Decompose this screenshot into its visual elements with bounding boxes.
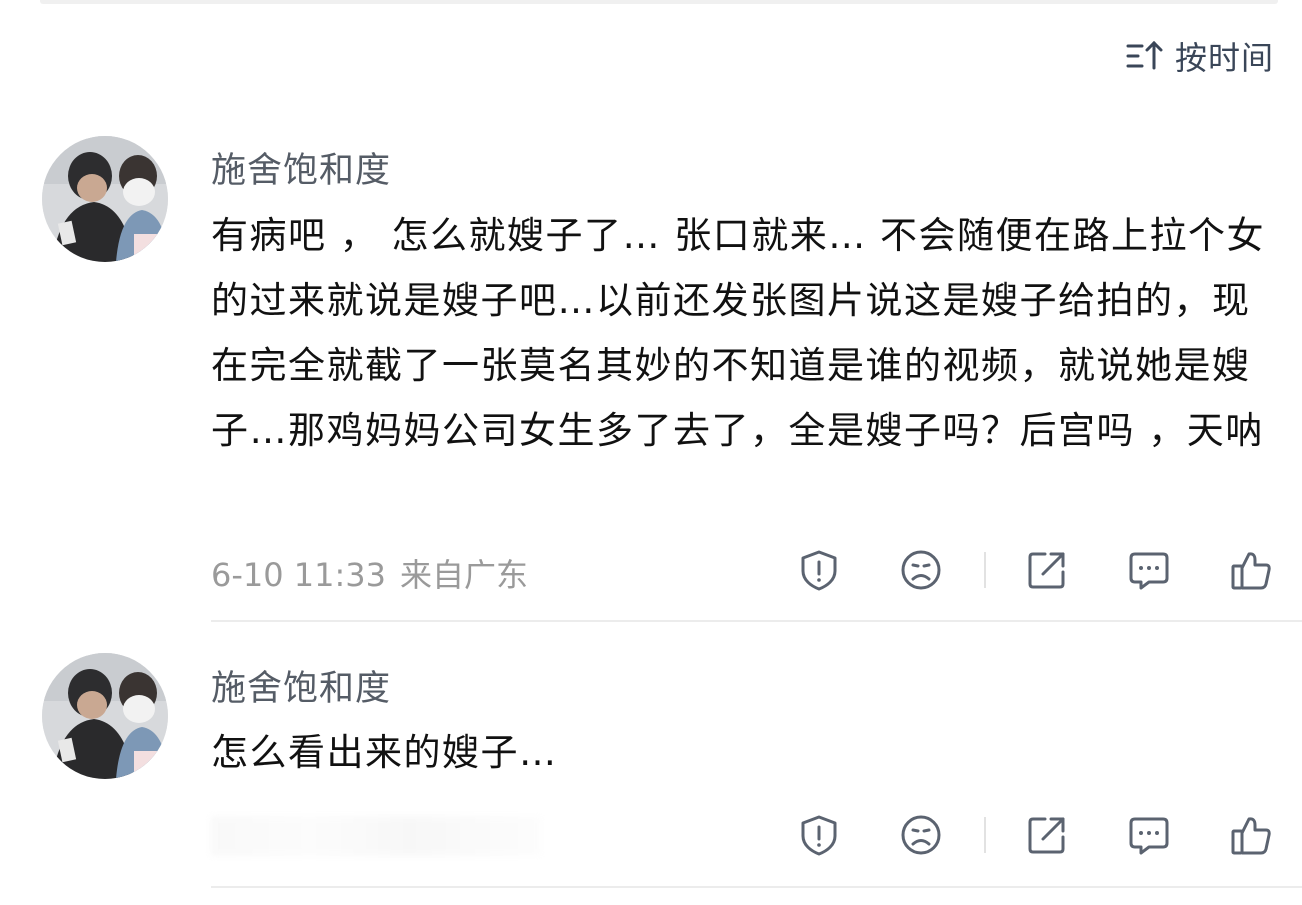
share-button[interactable]	[1023, 546, 1071, 594]
like-icon	[1229, 813, 1273, 857]
reply-icon	[1127, 813, 1171, 857]
report-button[interactable]	[795, 811, 843, 859]
like-button[interactable]	[1227, 546, 1275, 594]
like-button[interactable]	[1227, 811, 1275, 859]
top-divider	[40, 0, 1278, 4]
sort-label: 按时间	[1174, 39, 1274, 77]
avatar[interactable]	[42, 136, 168, 262]
avatar[interactable]	[42, 653, 168, 779]
report-icon	[797, 813, 841, 857]
share-icon	[1025, 548, 1069, 592]
reply-button[interactable]	[1125, 546, 1173, 594]
dislike-icon	[899, 813, 943, 857]
comment-divider	[211, 886, 1302, 888]
comment-content: 有病吧 ， 怎么就嫂子了… 张口就来… 不会随便在路上拉个女的过来就说是嫂子吧……	[211, 214, 1266, 452]
comment-author[interactable]: 施舍饱和度	[211, 660, 391, 711]
dislike-button[interactable]	[897, 811, 945, 859]
comment-meta-redacted	[211, 816, 541, 856]
dislike-button[interactable]	[897, 546, 945, 594]
report-button[interactable]	[795, 546, 843, 594]
sort-time-icon	[1125, 38, 1165, 74]
comment-location: 来自广东	[400, 556, 529, 594]
share-button[interactable]	[1023, 811, 1071, 859]
report-icon	[797, 548, 841, 592]
comment-meta: 6-10 11:33 来自广东	[211, 550, 528, 596]
reply-button[interactable]	[1125, 811, 1173, 859]
actions-divider	[984, 817, 986, 853]
dislike-icon	[899, 548, 943, 592]
comment-author[interactable]: 施舍饱和度	[211, 142, 391, 193]
sort-by-time-button[interactable]: 按时间	[1125, 36, 1274, 77]
actions-divider	[984, 552, 986, 588]
comment-content: 怎么看出来的嫂子…	[211, 731, 558, 774]
reply-icon	[1127, 548, 1171, 592]
like-icon	[1229, 548, 1273, 592]
comment-time: 6-10 11:33	[211, 556, 387, 594]
share-icon	[1025, 813, 1069, 857]
comment-divider	[211, 620, 1302, 622]
